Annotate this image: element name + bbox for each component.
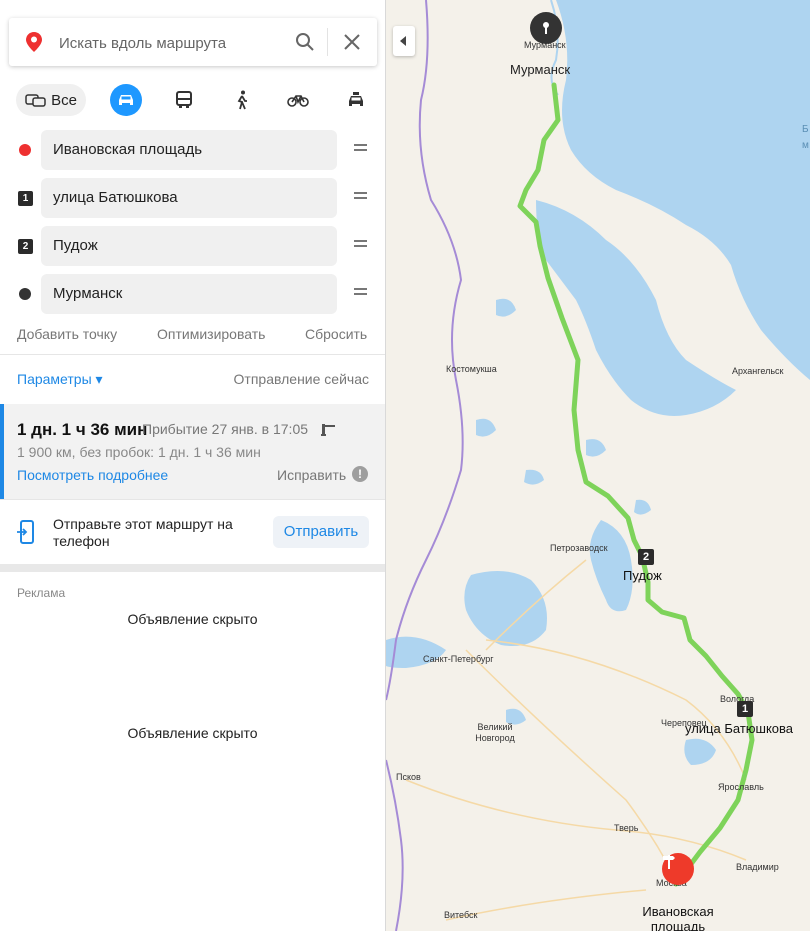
city-kostomuksha[interactable]: Костомукша xyxy=(446,364,497,375)
lake-small-4 xyxy=(524,469,544,485)
mode-bike-button[interactable] xyxy=(282,84,314,116)
lake-small-3 xyxy=(586,439,606,457)
mode-walk-button[interactable] xyxy=(226,84,258,116)
bus-icon xyxy=(176,91,192,108)
start-pin[interactable] xyxy=(662,853,694,885)
route-point-field[interactable]: Пудож xyxy=(41,226,337,266)
transport-modes: Все xyxy=(16,84,376,116)
send-to-phone-text: Отправьте этот маршрут на телефон xyxy=(53,516,233,549)
city-tver[interactable]: Тверь xyxy=(614,823,638,834)
lake-ladoga xyxy=(464,571,547,646)
location-pin-icon xyxy=(26,32,42,52)
city-murmansk-small: Мурманск xyxy=(524,40,566,50)
lake-small-5 xyxy=(634,499,651,515)
city-petrozavodsk[interactable]: Петрозаводск xyxy=(550,543,608,554)
start-marker-icon xyxy=(19,144,31,156)
car-icon xyxy=(119,95,133,105)
state-border xyxy=(386,0,464,701)
road-3 xyxy=(405,779,747,861)
optimize-button[interactable]: Оптимизировать xyxy=(157,326,265,342)
drag-handle-icon[interactable] xyxy=(354,192,367,204)
drag-handle-icon[interactable] xyxy=(354,240,367,252)
route-point-field[interactable]: улица Батюшкова xyxy=(41,178,337,218)
city-spb[interactable]: Санкт-Петербург xyxy=(423,654,494,665)
sea-label-2: м xyxy=(802,140,809,151)
search-input[interactable] xyxy=(57,30,281,56)
city-murmansk[interactable]: Мурманск xyxy=(510,62,570,77)
route-arrival: Прибытие 27 янв. в 17:05 xyxy=(142,421,309,437)
route-point-via-1: 1 улица Батюшкова xyxy=(0,178,385,218)
route-more-link[interactable]: Посмотреть подробнее xyxy=(17,467,168,483)
city-vitebsk[interactable]: Витебск xyxy=(444,910,477,921)
route-option-card[interactable]: 1 дн. 1 ч 36 мин Прибытие 27 янв. в 17:0… xyxy=(0,404,385,499)
city-arkhangelsk[interactable]: Архангельск xyxy=(732,366,783,377)
send-button[interactable]: Отправить xyxy=(273,516,369,548)
report-issue-button[interactable]: Исправить xyxy=(277,467,346,483)
ad-label: Реклама xyxy=(17,586,66,600)
waypoint-2-badge[interactable]: 2 xyxy=(638,549,654,565)
collapse-panel-button[interactable] xyxy=(393,26,415,56)
phone-icon xyxy=(17,520,34,544)
mode-all-label: Все xyxy=(51,91,77,109)
city-vladimir[interactable]: Владимир xyxy=(736,862,779,873)
city-pudozh[interactable]: Пудож xyxy=(623,568,662,583)
reset-button[interactable]: Сбросить xyxy=(305,326,367,342)
lake-small-1 xyxy=(496,298,516,317)
divider xyxy=(327,28,328,56)
waypoint-number: 2 xyxy=(18,239,33,254)
waypoint-number: 1 xyxy=(18,191,33,206)
ad-hidden-2: Объявление скрыто xyxy=(127,725,258,741)
mode-bus-button[interactable] xyxy=(168,84,200,116)
city-batyushkova[interactable]: улица Батюшкова xyxy=(685,721,793,736)
sea-label: Б xyxy=(802,124,809,135)
signpost-icon xyxy=(663,855,675,869)
search-box xyxy=(9,18,377,66)
ad-hidden-1: Объявление скрыто xyxy=(127,611,258,627)
send-to-phone: Отправьте этот маршрут на телефон Отправ… xyxy=(0,500,385,563)
taxi-icon xyxy=(349,92,363,106)
route-point-start: Ивановская площадь xyxy=(0,130,385,170)
add-point-button[interactable]: Добавить точку xyxy=(17,326,117,342)
close-icon[interactable] xyxy=(343,33,361,51)
waypoint-1-badge[interactable]: 1 xyxy=(737,701,753,717)
city-yaroslavl[interactable]: Ярославль xyxy=(718,782,764,793)
vehicles-icon xyxy=(25,94,46,107)
drag-handle-icon[interactable] xyxy=(354,288,367,300)
route-details: 1 900 км, без пробок: 1 дн. 1 ч 36 мин xyxy=(17,444,261,460)
map[interactable]: Мурманск Мурманск Б м Костомукша Арханге… xyxy=(386,0,810,931)
departure-time-button[interactable]: Отправление сейчас xyxy=(234,371,369,387)
drag-handle-icon[interactable] xyxy=(354,144,367,156)
rybinsk-reservoir xyxy=(684,738,716,765)
route-point-field[interactable]: Ивановская площадь xyxy=(41,130,337,170)
lake-onega xyxy=(589,520,633,612)
mode-taxi-button[interactable] xyxy=(340,84,372,116)
pedestrian-icon xyxy=(237,90,247,110)
search-icon[interactable] xyxy=(295,32,315,52)
warning-icon[interactable]: ! xyxy=(352,466,368,482)
route-point-via-2: 2 Пудож xyxy=(0,226,385,266)
city-ivanovskaya[interactable]: Ивановская площадь xyxy=(638,904,718,931)
city-pskov[interactable]: Псков xyxy=(396,772,421,783)
route-duration: 1 дн. 1 ч 36 мин xyxy=(17,420,148,439)
city-vnovgorod[interactable]: Великий Новгород xyxy=(472,722,518,744)
route-panel: Все xyxy=(0,0,386,931)
route-point-end: Мурманск xyxy=(0,274,385,314)
mode-all-button[interactable]: Все xyxy=(16,84,86,116)
route-point-field[interactable]: Мурманск xyxy=(41,274,337,314)
mode-car-button[interactable] xyxy=(110,84,142,116)
bicycle-icon xyxy=(287,95,309,107)
lake-small-2 xyxy=(476,418,496,437)
parameters-dropdown[interactable]: Параметры ▾ xyxy=(17,371,103,388)
toll-road-icon xyxy=(321,424,335,436)
state-border-2 xyxy=(386,759,404,931)
divider xyxy=(0,354,385,355)
end-marker-icon xyxy=(19,288,31,300)
road-2 xyxy=(465,649,677,881)
divider xyxy=(0,564,385,572)
